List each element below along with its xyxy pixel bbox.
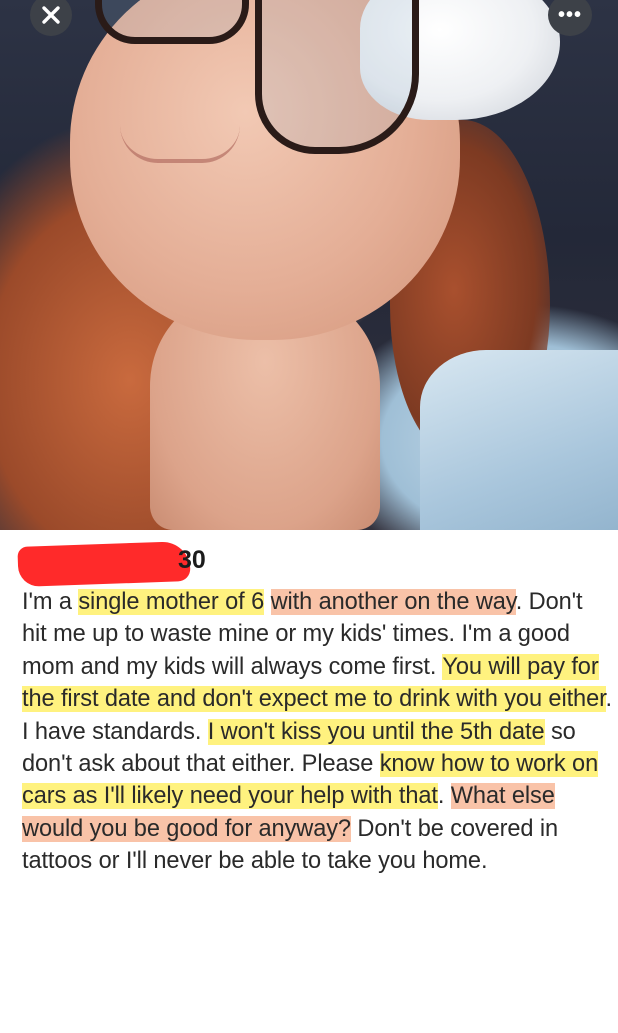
close-icon <box>42 6 60 24</box>
bio-text: I'm a single mother of 6 with another on… <box>22 586 612 878</box>
bio-segment: . <box>437 783 451 810</box>
profile-bio: 30 I'm a single mother of 6 with another… <box>17 536 612 878</box>
bio-segment <box>264 589 270 615</box>
highlighted-phrase: single mother of 6 <box>78 589 265 615</box>
bio-segment: I'm a <box>22 589 79 615</box>
photo-mouth <box>120 125 240 163</box>
name-row: 30 <box>17 536 612 587</box>
highlighted-phrase: with another on the way <box>270 589 516 615</box>
highlighted-phrase: I won't kiss you until the 5th date <box>207 718 545 745</box>
profile-age: 30 <box>178 546 206 574</box>
close-button[interactable] <box>30 0 72 36</box>
more-options-icon: ••• <box>557 3 582 26</box>
more-options-button[interactable]: ••• <box>548 0 592 36</box>
name-redaction <box>17 541 191 587</box>
profile-photo: ••• <box>0 0 618 530</box>
photo-glasses-right <box>255 0 419 154</box>
photo-glasses-left <box>95 0 249 44</box>
photo-shirt <box>420 350 618 530</box>
